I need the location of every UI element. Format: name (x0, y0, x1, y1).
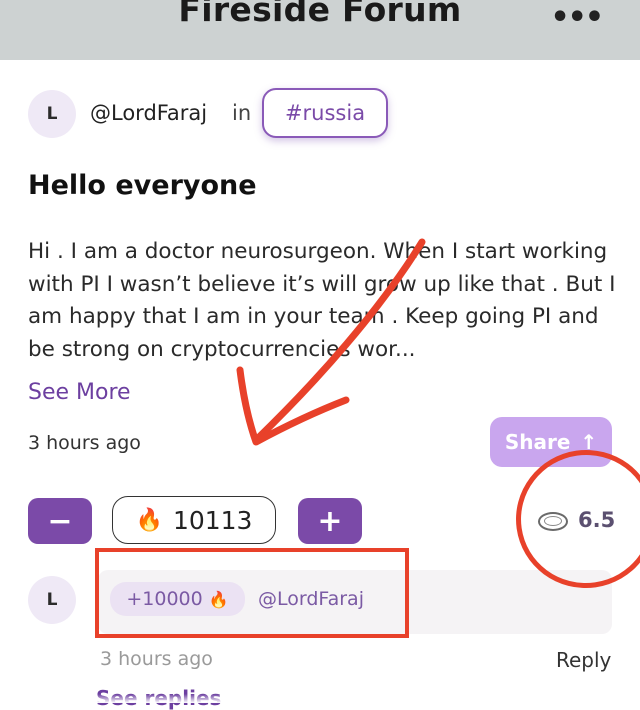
vote-count: 10113 (172, 505, 253, 535)
more-options-icon[interactable]: ••• (550, 0, 604, 35)
bottom-fade (0, 694, 640, 703)
post-timestamp: 3 hours ago (28, 432, 141, 454)
fire-icon: 🔥 (135, 507, 163, 533)
top-bar: Fireside Forum ••• (0, 0, 640, 60)
comment-avatar[interactable]: L (28, 576, 76, 624)
highlight-rectangle (95, 548, 409, 638)
post-title: Hello everyone (28, 170, 257, 201)
post-body: Hi . I am a doctor neurosurgeon. When I … (28, 239, 616, 363)
channel-tag[interactable]: #russia (262, 88, 388, 138)
upvote-button[interactable]: + (298, 498, 362, 544)
share-label: Share (504, 430, 571, 454)
app-title: Fireside Forum (178, 0, 462, 29)
in-label: in (232, 101, 252, 125)
comment-timestamp: 3 hours ago (100, 648, 213, 670)
post-author[interactable]: @LordFaraj (90, 101, 207, 125)
downvote-button[interactable]: − (28, 498, 92, 544)
avatar[interactable]: L (28, 90, 76, 138)
vote-counter: 🔥 10113 (112, 496, 276, 544)
see-more-link[interactable]: See More (28, 380, 131, 405)
reply-button[interactable]: Reply (556, 648, 611, 672)
